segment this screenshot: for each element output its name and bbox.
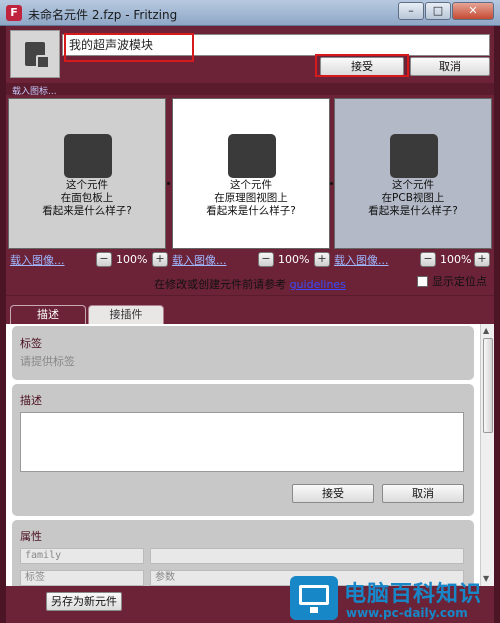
description-textarea[interactable] — [20, 412, 464, 472]
tags-title: 标签 — [20, 337, 42, 350]
zoom-out-button[interactable]: − — [258, 252, 274, 267]
part-header: 我的超声波模块 接受 取消 — [6, 26, 494, 83]
properties-title: 属性 — [20, 530, 42, 543]
breadboard-view-line1: 这个元件 — [66, 179, 108, 191]
pcb-view-line2: 在PCB视图上 — [381, 192, 445, 204]
description-accept-button[interactable]: 接受 — [292, 484, 374, 503]
breadboard-view-line2: 在面包板上 — [60, 192, 114, 204]
tags-group: 标签 请提供标签 — [12, 326, 474, 380]
tab-connectors[interactable]: 接插件 — [88, 305, 164, 324]
watermark: 电脑百科知识 www.pc-daily.com — [290, 574, 500, 623]
zoom-level: 100% — [278, 253, 310, 266]
window-frame-right — [494, 26, 500, 623]
watermark-title: 电脑百科知识 — [344, 582, 483, 607]
property-key[interactable]: 标签 — [20, 570, 144, 586]
zoom-level: 100% — [116, 253, 148, 266]
header-cancel-button[interactable]: 取消 — [410, 57, 490, 76]
zoom-level: 100% — [440, 253, 472, 266]
breadboard-load-image-link[interactable]: 载入图像... — [10, 252, 65, 268]
breadboard-view-line3: 看起来是什么样子? — [42, 205, 132, 217]
splitter-dot[interactable] — [167, 182, 170, 185]
breadboard-view-panel[interactable]: 这个元件 在面包板上 看起来是什么样子? — [8, 98, 166, 249]
window-title: 未命名元件 2.fzp - Fritzing — [28, 8, 178, 22]
schematic-view-line1: 这个元件 — [230, 179, 272, 191]
close-button[interactable]: ✕ — [452, 2, 494, 20]
breadboard-view-controls: 载入图像... − 100% + — [10, 252, 170, 268]
breadboard-icon — [64, 134, 112, 178]
description-title: 描述 — [20, 394, 42, 407]
show-location-toggle[interactable]: 显示定位点 — [417, 273, 487, 289]
views-section: 这个元件 在面包板上 看起来是什么样子? 这个元件 在原理图视图上 看起来是什么… — [6, 95, 494, 295]
pcb-view-controls: 载入图像... − 100% + — [334, 252, 494, 268]
schematic-icon — [228, 134, 276, 178]
description-group: 描述 接受 取消 — [12, 384, 474, 516]
tabs-bar: 描述 接插件 — [6, 296, 494, 324]
minimize-button[interactable]: – — [398, 2, 424, 20]
schematic-load-image-link[interactable]: 载入图像... — [172, 252, 227, 268]
schematic-view-panel[interactable]: 这个元件 在原理图视图上 看起来是什么样子? — [172, 98, 330, 249]
highlight-box-accept — [315, 54, 409, 77]
save-as-new-part-button[interactable]: 另存为新元件 — [46, 592, 122, 611]
metadata-section: 描述 接插件 标签 请提供标签 描述 接受 取消 属性 family 标签 参数… — [6, 296, 494, 586]
description-cancel-button[interactable]: 取消 — [382, 484, 464, 503]
pcb-view-line1: 这个元件 — [392, 179, 434, 191]
part-icon-preview[interactable] — [10, 30, 60, 78]
scrollbar-thumb[interactable] — [483, 338, 493, 433]
pcb-view-line3: 看起来是什么样子? — [368, 205, 458, 217]
guidelines-prefix: 在修改或创建元件前请参考 — [154, 278, 287, 291]
watermark-url: www.pc-daily.com — [346, 606, 468, 620]
guidelines-link[interactable]: guidelines — [290, 278, 346, 291]
zoom-in-button[interactable]: + — [474, 252, 490, 267]
watermark-logo-icon — [290, 576, 338, 620]
splitter-dot[interactable] — [330, 182, 333, 185]
metadata-scroll-area: 标签 请提供标签 描述 接受 取消 属性 family 标签 参数 — [6, 324, 480, 586]
scroll-up-icon[interactable]: ▲ — [483, 326, 489, 335]
highlight-box-name — [64, 33, 194, 62]
pcb-view-panel[interactable]: 这个元件 在PCB视图上 看起来是什么样子? — [334, 98, 492, 249]
maximize-button[interactable]: □ — [425, 2, 451, 20]
zoom-in-button[interactable]: + — [314, 252, 330, 267]
zoom-out-button[interactable]: − — [420, 252, 436, 267]
show-location-checkbox[interactable] — [417, 275, 428, 287]
fritzing-app-icon: F — [6, 5, 22, 21]
vertical-scrollbar[interactable]: ▲ ▼ — [480, 324, 494, 586]
schematic-view-controls: 载入图像... − 100% + — [172, 252, 332, 268]
pcb-load-image-link[interactable]: 载入图像... — [334, 252, 389, 268]
zoom-in-button[interactable]: + — [152, 252, 168, 267]
tab-description[interactable]: 描述 — [10, 305, 86, 324]
property-key[interactable]: family — [20, 548, 144, 564]
schematic-view-line2: 在原理图视图上 — [214, 192, 288, 204]
part-icon-glyph — [25, 42, 50, 69]
zoom-out-button[interactable]: − — [96, 252, 112, 267]
pcb-icon — [390, 134, 438, 178]
show-location-label: 显示定位点 — [432, 275, 487, 288]
property-value[interactable] — [150, 548, 464, 564]
tags-input[interactable]: 请提供标签 — [20, 353, 75, 369]
schematic-view-line3: 看起来是什么样子? — [206, 205, 296, 217]
window-title-bar: F 未命名元件 2.fzp - Fritzing – □ ✕ — [0, 0, 500, 26]
